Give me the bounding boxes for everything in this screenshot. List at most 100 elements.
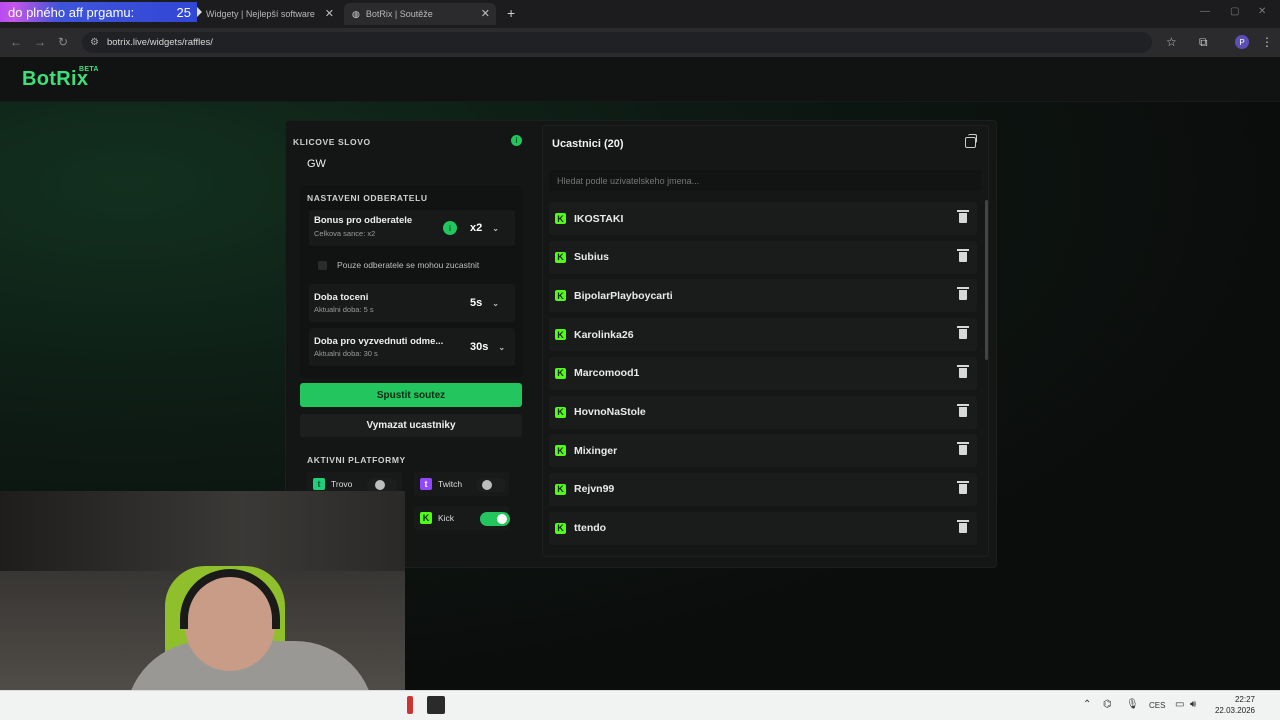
- clock-date: 22.03.2026: [1214, 706, 1256, 715]
- tab-botrix[interactable]: ◍ BotRix | Soutěže ✕: [344, 3, 496, 25]
- chevron-down-icon: ⌄: [498, 342, 506, 352]
- trash-icon[interactable]: [957, 210, 969, 223]
- address-bar-row: ← → ↻ ⚙ botrix.live/widgets/raffles/ ☆ ⧉…: [0, 28, 1280, 57]
- chevron-down-icon: ⌄: [492, 298, 499, 308]
- close-icon[interactable]: ✕: [325, 8, 334, 20]
- trash-icon[interactable]: [957, 326, 969, 340]
- participants-title: Ucastnici (20): [552, 138, 624, 150]
- botrix-logo[interactable]: BotRix BETA: [22, 66, 98, 91]
- copy-icon[interactable]: [965, 134, 977, 148]
- select-value: 5s: [470, 297, 483, 309]
- tab-widgety[interactable]: Widgety | Nejlepší software pro ✕: [204, 3, 334, 25]
- trash-icon[interactable]: [957, 248, 969, 262]
- kick-icon: K: [555, 329, 566, 341]
- profile-avatar[interactable]: P: [1235, 35, 1249, 49]
- extensions-icon[interactable]: ⧉: [1199, 35, 1208, 49]
- participant-search-input[interactable]: [549, 170, 981, 191]
- trash-icon[interactable]: [957, 442, 969, 456]
- stream-overlay-banner: do plného aff prgamu: 25: [0, 2, 202, 22]
- reload-icon[interactable]: ↻: [58, 35, 68, 49]
- platform-twitch: t Twitch: [414, 472, 509, 496]
- trovo-toggle[interactable]: [367, 478, 397, 492]
- participant-item: K HovnoNaStole: [549, 395, 977, 429]
- bookmark-star-icon[interactable]: ☆: [1166, 35, 1177, 49]
- participant-name: Karolinka26: [574, 328, 634, 341]
- kick-toggle[interactable]: [480, 512, 510, 526]
- new-tab-button[interactable]: +: [507, 5, 515, 21]
- clock-time: 22:27: [1234, 695, 1255, 704]
- chevron-down-icon: ⌄: [492, 223, 499, 233]
- kick-icon: K: [420, 512, 432, 524]
- trash-icon[interactable]: [957, 480, 969, 494]
- participant-item: K Subius: [549, 240, 977, 274]
- wifi-icon[interactable]: ▭: [1175, 699, 1184, 710]
- participant-item: K BipolarPlayboycarti: [549, 279, 977, 313]
- maximize-icon[interactable]: ▢: [1230, 6, 1239, 17]
- overlay-count: 25: [176, 4, 191, 20]
- kick-icon: K: [555, 522, 566, 534]
- platform-kick: K Kick: [414, 506, 510, 530]
- start-raffle-button[interactable]: Spustit soutez: [300, 383, 522, 407]
- webcam-overlay: [0, 491, 405, 720]
- info-icon[interactable]: i: [511, 135, 522, 146]
- taskbar-app-icon[interactable]: [427, 696, 445, 714]
- minimize-icon[interactable]: —: [1200, 6, 1210, 17]
- trash-icon[interactable]: [957, 287, 969, 301]
- volume-icon[interactable]: 🔊︎: [1190, 699, 1196, 710]
- trash-icon[interactable]: [957, 403, 969, 417]
- spin-time-sub: Aktualni doba: 5 s: [314, 305, 374, 314]
- overlay-arrow-icon: [197, 7, 202, 17]
- tab-label: Widgety | Nejlepší software pro: [206, 9, 316, 19]
- info-icon[interactable]: i: [443, 221, 457, 235]
- kick-icon: K: [555, 367, 566, 379]
- twitch-toggle[interactable]: [476, 478, 506, 492]
- close-window-icon[interactable]: ✕: [1258, 6, 1266, 17]
- back-icon[interactable]: ←: [10, 35, 22, 49]
- windows-taskbar: ⌃ ⌬ 🎙︎ CES ▭ 🔊︎ 22:27 22.03.2026: [0, 690, 1280, 720]
- trash-icon[interactable]: [957, 519, 969, 533]
- subscriber-bonus-row: Bonus pro odberatele Celkova sance: x2 i…: [309, 210, 515, 246]
- clear-participants-button[interactable]: Vymazat ucastniky: [300, 414, 522, 437]
- checkbox[interactable]: [318, 260, 327, 270]
- kick-icon: K: [555, 290, 566, 302]
- participant-item: K Rejvn99: [549, 472, 977, 506]
- participant-name: Marcomood1: [574, 367, 640, 380]
- microphone-icon[interactable]: 🎙︎: [1126, 699, 1139, 710]
- participants-scrollbar[interactable]: [985, 200, 988, 360]
- participant-name: BipolarPlayboycarti: [574, 289, 673, 302]
- site-info-icon[interactable]: ⚙: [90, 37, 99, 48]
- select-value: 30s: [470, 341, 489, 353]
- taskbar-app-icon[interactable]: [407, 696, 413, 714]
- tab-label: BotRix | Soutěže: [365, 9, 433, 19]
- menu-icon[interactable]: ⋮: [1261, 35, 1273, 49]
- platform-label: Trovo: [331, 479, 353, 489]
- participant-name: Subius: [574, 251, 610, 264]
- subscriber-bonus-select[interactable]: x2 ⌄: [464, 218, 509, 238]
- browser-tab-bar: do plného aff prgamu: 25 Widgety | Nejle…: [0, 0, 1280, 28]
- claim-time-row: Doba pro vyzvednuti odme... Aktualni dob…: [309, 328, 515, 366]
- participant-name: IKOSTAKI: [574, 212, 624, 225]
- claim-time-select[interactable]: 30s ⌄: [464, 337, 509, 357]
- top-nav: BotRix BETA: [0, 57, 1280, 102]
- close-icon[interactable]: ✕: [481, 8, 490, 20]
- network-icon[interactable]: ⌬: [1103, 699, 1112, 710]
- participants-panel: Ucastnici (20) K IKOSTAKI K Subius K Bip…: [542, 125, 989, 557]
- participant-item: K IKOSTAKI: [549, 202, 977, 235]
- claim-time-sub: Aktualni doba: 30 s: [314, 349, 378, 358]
- taskbar-clock[interactable]: 22:27 22.03.2026: [1205, 694, 1265, 716]
- tray-chevron-icon[interactable]: ⌃: [1083, 699, 1091, 710]
- url-field[interactable]: ⚙ botrix.live/widgets/raffles/: [82, 32, 1152, 53]
- language-indicator[interactable]: CES: [1149, 701, 1165, 710]
- subscriber-settings-title: NASTAVENI ODBERATELU: [307, 193, 428, 203]
- overlay-text: do plného aff prgamu:: [8, 4, 135, 20]
- trash-icon[interactable]: [957, 364, 969, 378]
- participant-name: Rejvn99: [574, 483, 615, 496]
- participant-name: HovnoNaStole: [574, 406, 646, 418]
- forward-icon[interactable]: →: [34, 35, 46, 49]
- keyword-input[interactable]: GW: [303, 153, 503, 174]
- kick-icon: K: [555, 406, 566, 418]
- spin-time-select[interactable]: 5s ⌄: [464, 293, 509, 313]
- participant-item: K Karolinka26: [549, 318, 977, 352]
- trovo-icon: t: [313, 478, 325, 490]
- subscribers-only-toggle[interactable]: Pouze odberatele se mohou zucastnit: [309, 254, 515, 276]
